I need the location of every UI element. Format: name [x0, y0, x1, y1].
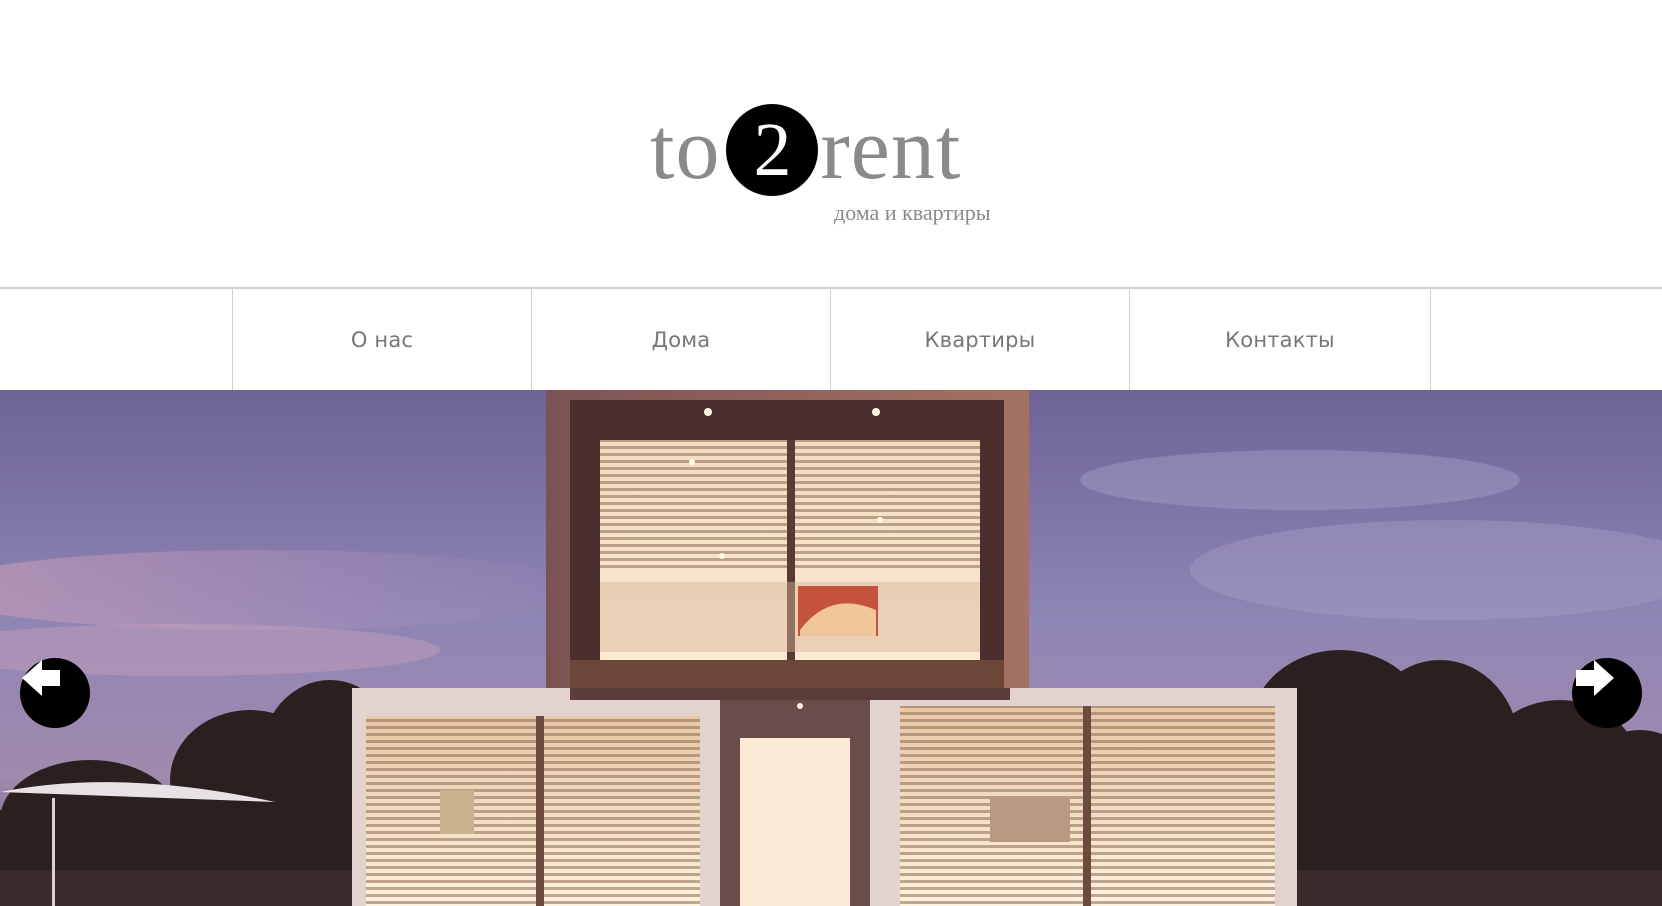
nav-item-label: Дома	[651, 327, 711, 352]
slider-next-button[interactable]	[1572, 658, 1642, 728]
logo-circle-digit: 2	[726, 104, 819, 196]
nav-item-about[interactable]: О нас	[232, 289, 531, 390]
nav-item-contacts[interactable]: Контакты	[1129, 289, 1430, 390]
site-header: to 2 rent дома и квартиры	[0, 0, 1662, 288]
logo-tagline: дома и квартиры	[834, 200, 991, 225]
logo-word-rent: rent	[820, 101, 962, 198]
nav-item-label: Квартиры	[924, 327, 1036, 352]
arrow-right-icon	[1576, 660, 1614, 696]
nav-item-label: Контакты	[1225, 327, 1335, 352]
nav-item-houses[interactable]: Дома	[531, 289, 830, 390]
nav-item-label: О нас	[350, 327, 414, 352]
logo-wordmark: to 2 rent	[650, 100, 961, 200]
arrow-left-icon	[22, 660, 60, 696]
hero-image	[0, 390, 1662, 906]
slider-prev-button[interactable]	[20, 658, 90, 728]
site-logo[interactable]: to 2 rent дома и квартиры	[650, 100, 1020, 230]
nav-item-apartments[interactable]: Квартиры	[830, 289, 1129, 390]
hero-slider	[0, 390, 1662, 906]
nav-divider	[1430, 289, 1431, 390]
main-nav: О нас Дома Квартиры Контакты	[0, 287, 1662, 390]
logo-word-to: to	[650, 101, 721, 198]
